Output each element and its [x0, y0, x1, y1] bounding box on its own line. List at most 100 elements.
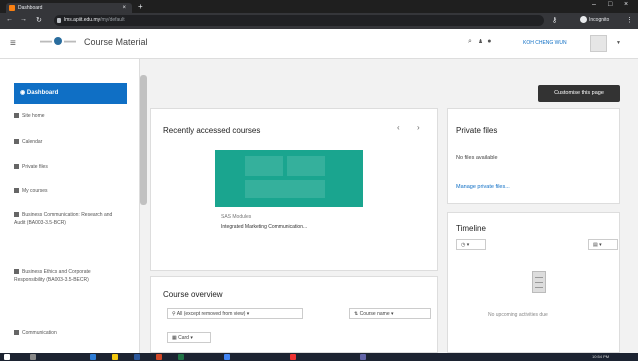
graduation-cap-icon [14, 188, 19, 194]
browser-tab-strip: Dashboard × + – □ × [0, 0, 638, 13]
app-icon[interactable] [290, 354, 296, 360]
block-title: Timeline [456, 224, 486, 233]
forward-arrow-icon[interactable]: → [20, 16, 27, 23]
manage-private-files-link[interactable]: Manage private files... [456, 184, 510, 190]
timeline-block: Timeline ◷ ▾ ▤ ▾ No upcoming activities … [447, 212, 620, 353]
word-icon[interactable] [134, 354, 140, 360]
no-activities-text: No upcoming activities due [488, 312, 548, 318]
filter-select[interactable]: ⚲ All (except removed from view) ▾ [167, 308, 303, 319]
nav-drawer: ◉ Dashboard Site home Calendar Private f… [0, 59, 140, 353]
customise-page-button[interactable]: Customise this page [538, 85, 620, 102]
message-icon[interactable]: ● [487, 38, 491, 45]
sidebar-item-label: Business Ethics and Corporate Responsibi… [14, 269, 91, 283]
graduation-cap-icon [14, 330, 19, 336]
sidebar-item-label: Private files [22, 164, 48, 170]
home-icon [14, 113, 19, 119]
view-select-value: Card [178, 335, 189, 341]
timeline-sort-button[interactable]: ▤ ▾ [588, 239, 618, 250]
browser-toolbar: ← → ↻ lms.apiit.edu.my/my/default ⚷ Inco… [0, 13, 638, 29]
sidebar-scrollbar[interactable] [140, 75, 147, 205]
icon-line [535, 277, 543, 278]
view-select[interactable]: ▦ Card ▾ [167, 332, 211, 343]
key-icon[interactable]: ⚷ [552, 16, 557, 24]
filter-select-value: All (except removed from view) [176, 311, 246, 317]
sidebar-item-label: Communication [22, 330, 57, 336]
file-icon [14, 164, 19, 170]
icon-line [535, 282, 543, 283]
chrome-icon[interactable] [224, 354, 230, 360]
url-path: /my/default [100, 17, 125, 23]
window-close-button[interactable]: × [624, 1, 628, 8]
user-name[interactable]: KOH CHENG WUN [523, 40, 567, 46]
windows-taskbar: 10:54 PM [0, 353, 638, 361]
globe-icon [54, 37, 62, 45]
reload-icon[interactable]: ↻ [36, 16, 42, 24]
pattern-tile [287, 156, 325, 176]
pattern-tile [245, 156, 283, 176]
graduation-cap-icon [14, 212, 19, 218]
url-host: lms.apiit.edu.my [64, 17, 101, 23]
timeline-filter-button[interactable]: ◷ ▾ [456, 239, 486, 250]
back-arrow-icon[interactable]: ← [6, 16, 13, 23]
site-title[interactable]: Course Material [84, 37, 148, 47]
pattern-tile [245, 180, 325, 198]
start-icon[interactable] [4, 354, 10, 360]
empty-timeline-icon [532, 271, 546, 293]
teams-icon[interactable] [360, 354, 366, 360]
sidebar-item-course-bcr[interactable]: Business Communication: Research and Aud… [14, 211, 114, 227]
dashboard-icon: ◉ [20, 90, 27, 96]
maximize-button[interactable]: □ [608, 1, 612, 8]
chevron-down-icon[interactable]: ▼ [616, 40, 621, 46]
browser-tab-dashboard[interactable]: Dashboard × [6, 3, 132, 13]
tab-title: Dashboard [18, 5, 43, 11]
course-overview-block: Course overview ⚲ All (except removed fr… [150, 276, 438, 353]
graduation-cap-icon [14, 269, 19, 275]
sidebar-item-label: Calendar [22, 139, 43, 145]
app-icon[interactable] [90, 354, 96, 360]
course-name-link[interactable]: Integrated Marketing Communication... [221, 224, 307, 230]
notification-bell-icon[interactable]: ♟ [478, 38, 484, 45]
hamburger-icon[interactable]: ≡ [10, 38, 16, 49]
powerpoint-icon[interactable] [156, 354, 162, 360]
search-icon[interactable]: ⌕ [468, 38, 472, 45]
no-files-text: No files available [456, 155, 498, 161]
block-title: Recently accessed courses [163, 126, 261, 135]
icon-line [535, 287, 543, 288]
block-title: Private files [456, 126, 498, 135]
lock-icon [57, 18, 61, 23]
sidebar-item-private-files[interactable]: Private files [14, 164, 134, 170]
address-bar[interactable]: lms.apiit.edu.my/my/default [54, 15, 544, 26]
sidebar-item-label: Site home [22, 113, 45, 119]
browser-menu-icon[interactable]: ⋮ [626, 16, 633, 24]
folder-icon[interactable] [112, 354, 118, 360]
site-navbar: ≡ ▬▬ ▬▬ Course Material ⌕ ♟ ● KOH CHENG W… [0, 29, 638, 59]
incognito-indicator[interactable]: Incognito [580, 16, 609, 23]
site-logo[interactable]: ▬▬ ▬▬ [40, 37, 76, 45]
calendar-icon [14, 139, 19, 145]
block-title: Course overview [163, 290, 223, 299]
recently-accessed-courses-block: Recently accessed courses ‹ › SAS Module… [150, 108, 438, 271]
sidebar-item-my-courses[interactable]: My courses [14, 188, 134, 194]
sidebar-item-calendar[interactable]: Calendar [14, 139, 134, 145]
avatar[interactable] [590, 35, 607, 52]
sidebar-item-label: Dashboard [26, 90, 59, 96]
sort-select-value: Course name [359, 311, 390, 317]
sidebar-item-dashboard[interactable]: ◉ Dashboard [14, 83, 127, 104]
previous-arrow-icon[interactable]: ‹ [397, 123, 400, 132]
private-files-block: Private files No files available Manage … [447, 108, 620, 204]
sort-select[interactable]: ⇅ Course name ▾ [349, 308, 431, 319]
minimize-button[interactable]: – [592, 1, 596, 8]
new-tab-button[interactable]: + [138, 2, 143, 11]
course-card-image[interactable] [215, 150, 363, 207]
search-taskbar-icon[interactable] [30, 354, 36, 360]
sidebar-item-label: My courses [22, 188, 48, 194]
clock[interactable]: 10:54 PM [592, 354, 609, 359]
sidebar-item-label: Business Communication: Research and Aud… [14, 212, 113, 226]
next-arrow-icon[interactable]: › [417, 123, 420, 132]
sidebar-item-site-home[interactable]: Site home [14, 113, 134, 119]
close-tab-icon[interactable]: × [122, 3, 126, 13]
sidebar-item-course-becr[interactable]: Business Ethics and Corporate Responsibi… [14, 268, 114, 284]
incognito-label: Incognito [589, 16, 610, 23]
sidebar-item-communication[interactable]: Communication [14, 330, 134, 336]
excel-icon[interactable] [178, 354, 184, 360]
